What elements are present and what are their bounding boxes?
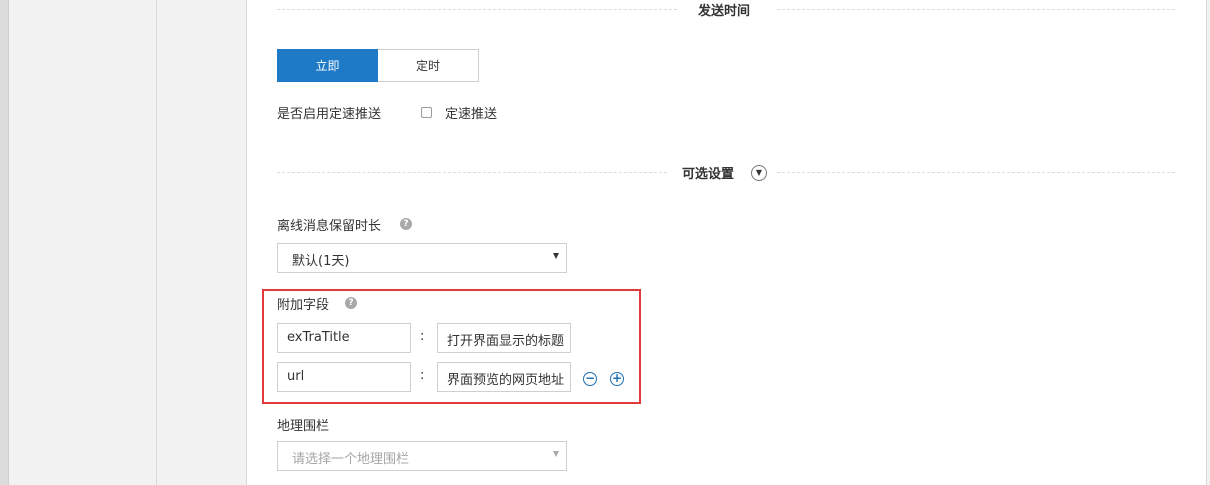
- geofence-placeholder: 请选择一个地理围栏: [292, 452, 410, 467]
- right-scroll-gutter: [1206, 0, 1210, 485]
- remove-field-icon[interactable]: −: [583, 372, 597, 386]
- offline-retention-help-icon[interactable]: ?: [400, 218, 412, 230]
- speed-push-checkbox-label[interactable]: 定速推送: [445, 103, 497, 122]
- key-value-separator: :: [420, 368, 425, 383]
- extra-field-value-value: 界面预览的网页地址: [447, 373, 565, 388]
- geofence-select[interactable]: 请选择一个地理围栏: [277, 441, 567, 471]
- speed-push-label: 是否启用定速推送: [277, 107, 382, 122]
- send-mode-scheduled-button[interactable]: 定时: [378, 49, 479, 82]
- offline-retention-label: 离线消息保留时长: [277, 219, 382, 234]
- extra-field-value-input[interactable]: 界面预览的网页地址: [437, 362, 571, 392]
- send-time-divider: 发送时间: [277, 0, 1175, 20]
- chevron-down-icon: [553, 451, 559, 457]
- add-field-icon[interactable]: +: [610, 372, 624, 386]
- left-sidebar-background: [0, 0, 246, 485]
- extra-field-key-value: exTraTitle: [287, 330, 350, 345]
- send-mode-toggle: 立即 定时: [277, 49, 479, 82]
- extra-field-key-input[interactable]: exTraTitle: [277, 323, 411, 353]
- divider-line-right: [777, 172, 1175, 173]
- extra-field-key-input[interactable]: url: [277, 362, 411, 392]
- extra-field-key-value: url: [287, 369, 305, 384]
- optional-settings-divider: 可选设置: [277, 163, 1175, 183]
- panel-left-border: [246, 0, 247, 485]
- speed-push-checkbox[interactable]: [421, 107, 432, 118]
- send-mode-immediate-button[interactable]: 立即: [277, 49, 378, 82]
- extra-field-value-value: 打开界面显示的标题: [447, 334, 565, 349]
- divider-line-left: [277, 172, 667, 173]
- offline-retention-select[interactable]: 默认(1天): [277, 243, 567, 273]
- left-edge-strip: [0, 0, 9, 485]
- offline-retention-value: 默认(1天): [292, 254, 350, 269]
- expand-optional-settings-icon[interactable]: ▼: [751, 165, 767, 181]
- sidebar-divider-line: [156, 0, 157, 485]
- extra-fields-help-icon[interactable]: ?: [345, 297, 357, 309]
- chevron-down-icon: [553, 253, 559, 259]
- key-value-separator: :: [420, 329, 425, 344]
- divider-line-right: [777, 9, 1175, 10]
- optional-settings-heading: 可选设置: [682, 167, 735, 182]
- geofence-label: 地理围栏: [277, 419, 330, 434]
- extra-fields-label: 附加字段: [277, 298, 330, 313]
- extra-field-value-input[interactable]: 打开界面显示的标题: [437, 323, 571, 353]
- send-time-heading: 发送时间: [698, 4, 751, 19]
- divider-line-left: [277, 9, 677, 10]
